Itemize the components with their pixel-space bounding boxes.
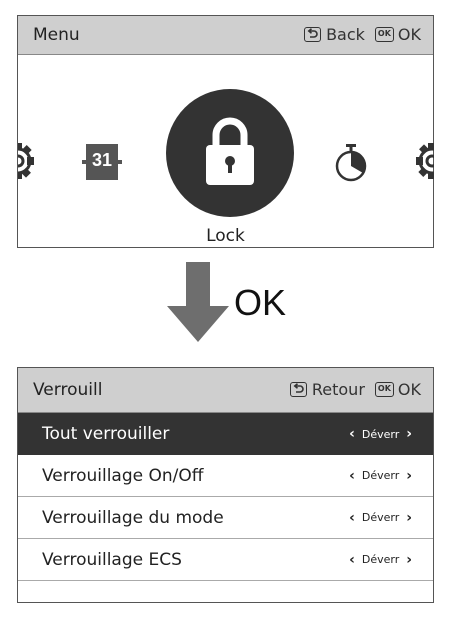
lock-header: Verrouill Retour OK OK [18, 368, 433, 413]
ok-button[interactable]: OK [398, 25, 421, 44]
row-label: Verrouillage On/Off [42, 465, 204, 486]
transition-ok-label: OK [234, 282, 287, 323]
chevron-right-icon[interactable]: › [406, 468, 412, 484]
lock-title: Verrouill [33, 380, 103, 400]
back-icon[interactable] [304, 27, 322, 42]
selected-item-label: Lock [206, 226, 245, 246]
lock-settings-screen: Verrouill Retour OK OK Tout verrouiller … [17, 367, 434, 603]
lock-row-onoff[interactable]: Verrouillage On/Off ‹ Déverr › [18, 455, 433, 497]
back-button[interactable]: Back [326, 25, 365, 44]
calendar-icon[interactable]: 31 [82, 142, 122, 182]
lock-row-ecs[interactable]: Verrouillage ECS ‹ Déverr › [18, 539, 433, 581]
chevron-left-icon[interactable]: ‹ [349, 468, 355, 484]
menu-header: Menu Back OK OK [18, 16, 433, 55]
chevron-left-icon[interactable]: ‹ [349, 510, 355, 526]
lock-row-tout[interactable]: Tout verrouiller ‹ Déverr › [18, 413, 433, 455]
lock-row-mode[interactable]: Verrouillage du mode ‹ Déverr › [18, 497, 433, 539]
row-value: Déverr [361, 427, 400, 441]
back-button[interactable]: Retour [312, 380, 365, 399]
gear-icon[interactable] [18, 141, 36, 181]
lock-header-actions: Retour OK OK [289, 380, 421, 399]
back-icon[interactable] [289, 382, 307, 397]
menu-carousel: 31 Lock [18, 56, 434, 247]
chevron-right-icon[interactable]: › [406, 510, 412, 526]
row-value: Déverr [361, 553, 400, 566]
menu-title: Menu [33, 25, 80, 45]
lock-icon [206, 117, 254, 185]
gear-icon[interactable] [410, 141, 434, 181]
ok-badge-icon[interactable]: OK [374, 382, 394, 397]
row-value-selector[interactable]: ‹ Déverr › [342, 426, 419, 442]
calendar-number: 31 [91, 150, 113, 170]
chevron-right-icon[interactable]: › [406, 552, 412, 568]
down-arrow-icon [167, 262, 229, 342]
timer-icon[interactable] [333, 143, 369, 183]
menu-header-actions: Back OK OK [304, 25, 421, 44]
row-label: Verrouillage ECS [42, 549, 182, 570]
chevron-left-icon[interactable]: ‹ [349, 426, 355, 442]
row-value-selector[interactable]: ‹ Déverr › [342, 510, 419, 526]
row-value-selector[interactable]: ‹ Déverr › [342, 468, 419, 484]
ok-badge-icon[interactable]: OK [374, 27, 394, 42]
row-label: Tout verrouiller [42, 424, 170, 444]
chevron-left-icon[interactable]: ‹ [349, 552, 355, 568]
row-value-selector[interactable]: ‹ Déverr › [342, 552, 419, 568]
row-value: Déverr [361, 469, 400, 482]
menu-screen: Menu Back OK OK 31 Lock [17, 15, 434, 248]
row-value: Déverr [361, 511, 400, 524]
row-label: Verrouillage du mode [42, 507, 224, 528]
lock-selected-circle[interactable] [166, 89, 294, 217]
ok-button[interactable]: OK [398, 380, 421, 399]
chevron-right-icon[interactable]: › [406, 426, 412, 442]
